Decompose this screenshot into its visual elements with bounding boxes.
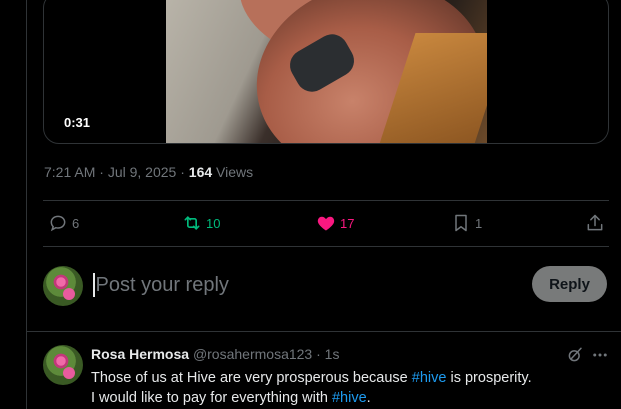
avatar[interactable] xyxy=(43,266,83,306)
bookmark-count: 1 xyxy=(475,215,483,231)
share-icon xyxy=(587,214,603,231)
bookmark-button[interactable]: 1 xyxy=(451,211,482,235)
submit-reply-button[interactable]: Reply xyxy=(532,266,607,302)
reply-author-avatar[interactable] xyxy=(43,345,83,385)
reply-placeholder: Post your reply xyxy=(95,273,229,296)
repost-button[interactable]: 10 xyxy=(182,211,220,235)
like-button[interactable]: 17 xyxy=(316,211,354,235)
reply-time[interactable]: 1s xyxy=(325,346,340,362)
reply-count: 6 xyxy=(72,215,80,231)
more-icon[interactable] xyxy=(591,346,609,364)
divider xyxy=(43,200,609,201)
repost-icon xyxy=(184,216,200,230)
reply-icon xyxy=(50,215,66,232)
hashtag-link[interactable]: #hive xyxy=(332,390,367,406)
bookmark-icon xyxy=(455,214,467,232)
reply-text-line: I would like to pay for everything with … xyxy=(91,390,371,406)
post-meta: 7:21 AM · Jul 9, 2025 · 164 Views xyxy=(44,164,254,180)
reply-input[interactable]: Post your reply xyxy=(93,270,513,300)
text-caret xyxy=(93,273,95,297)
video-duration: 0:31 xyxy=(64,115,91,130)
post-time[interactable]: 7:21 AM xyxy=(44,164,95,180)
video-player[interactable]: 0:31 xyxy=(43,0,609,144)
grok-icon[interactable] xyxy=(566,346,584,364)
views-label: Views xyxy=(216,164,254,180)
reply-button[interactable]: 6 xyxy=(48,211,79,235)
like-count: 17 xyxy=(340,215,355,231)
repost-count: 10 xyxy=(206,215,221,231)
post-date[interactable]: Jul 9, 2025 xyxy=(108,164,177,180)
author-name[interactable]: Rosa Hermosa xyxy=(91,346,189,362)
video-frame[interactable] xyxy=(166,0,487,143)
author-handle[interactable]: @rosahermosa123 xyxy=(193,346,312,362)
timeline-column: 0:31 7:21 AM · Jul 9, 2025 · 164 Views 6… xyxy=(26,0,621,409)
heart-icon xyxy=(317,216,335,231)
hashtag-link[interactable]: #hive xyxy=(412,370,447,386)
reply-header: Rosa Hermosa @rosahermosa123 · 1s xyxy=(91,346,340,362)
reply-text: Those of us at Hive are very prosperous … xyxy=(91,368,591,408)
divider xyxy=(43,246,609,247)
share-button[interactable] xyxy=(585,211,605,235)
divider xyxy=(27,331,621,332)
views-count: 164 xyxy=(188,164,213,180)
reply-text-line: Those of us at Hive are very prosperous … xyxy=(91,370,532,386)
